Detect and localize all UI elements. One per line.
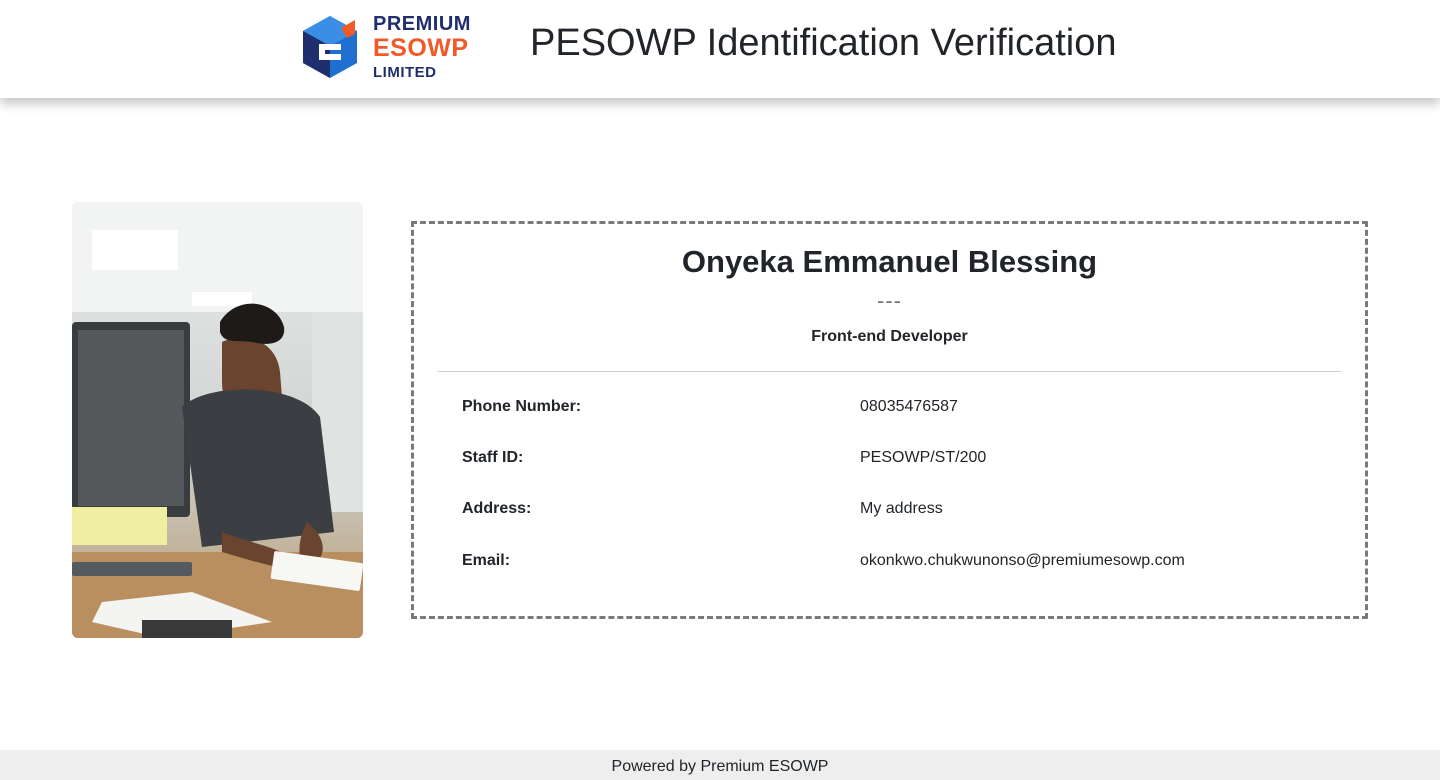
email-value: okonkwo.chukwunonso@premiumesowp.com <box>860 552 1185 569</box>
profile-photo <box>72 202 363 638</box>
logo-mark-icon <box>303 16 357 78</box>
info-row-address: Address: My address <box>462 500 1342 522</box>
logo-text-limited: LIMITED <box>373 64 437 81</box>
info-row-email: Email: okonkwo.chukwunonso@premiumesowp.… <box>462 552 1342 574</box>
card-divider <box>438 371 1341 372</box>
staff-id-value: PESOWP/ST/200 <box>860 449 987 466</box>
email-label: Email: <box>462 552 511 569</box>
page-title: PESOWP Identification Verification <box>530 22 1117 64</box>
phone-label: Phone Number: <box>462 398 582 415</box>
info-row-phone: Phone Number: 08035476587 <box>462 398 1342 420</box>
staff-name: Onyeka Emmanuel Blessing <box>681 244 1098 279</box>
site-footer: Powered by Premium ESOWP <box>0 750 1440 780</box>
logo-text-premium: PREMIUM <box>373 13 471 35</box>
company-logo[interactable]: PREMIUM ESOWP LIMITED <box>301 14 483 82</box>
site-header: PREMIUM ESOWP LIMITED PESOWP Identificat… <box>0 0 1440 98</box>
id-card: Onyeka Emmanuel Blessing --- Front-end D… <box>411 221 1368 619</box>
footer-text: Powered by Premium ESOWP <box>611 758 829 775</box>
info-row-staff-id: Staff ID: PESOWP/ST/200 <box>462 449 1342 471</box>
name-separator: --- <box>877 288 902 313</box>
phone-value: 08035476587 <box>860 398 958 415</box>
logo-text-esowp: ESOWP <box>373 34 469 62</box>
staff-role: Front-end Developer <box>811 328 968 345</box>
address-value: My address <box>860 500 943 517</box>
address-label: Address: <box>462 500 532 517</box>
staff-id-label: Staff ID: <box>462 449 524 466</box>
